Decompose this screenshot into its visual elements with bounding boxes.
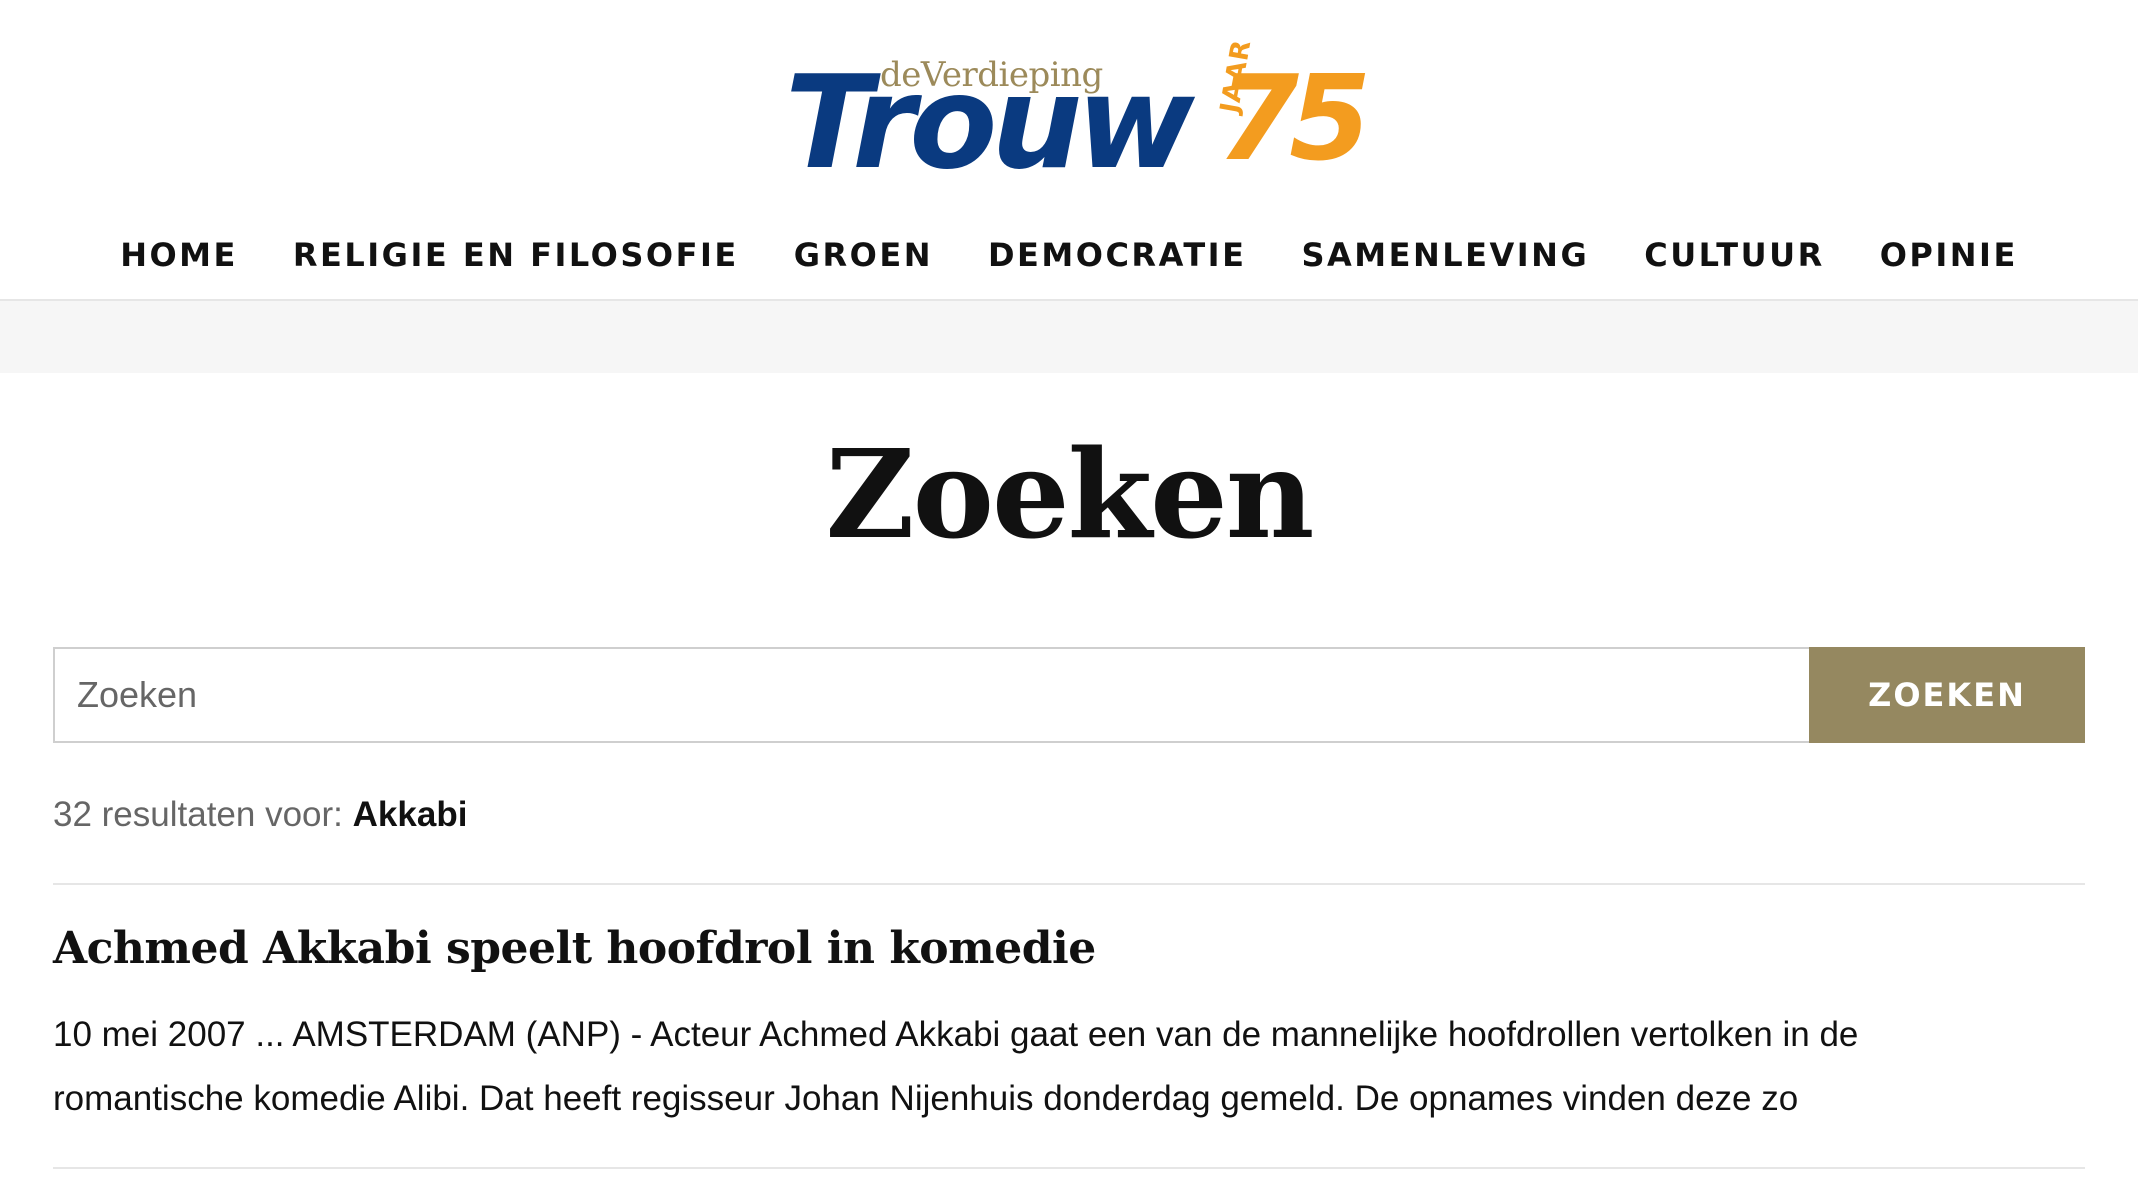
logo-subtitle: deVerdieping bbox=[880, 55, 1103, 95]
results-summary: 32 resultaten voor: Akkabi bbox=[53, 793, 2085, 837]
result-snippet: 10 mei 2007 ... AMSTERDAM (ANP) - Acteur… bbox=[53, 1015, 1859, 1118]
nav-item-samenleving[interactable]: SAMENLEVING bbox=[1301, 232, 1589, 278]
nav-item-democratie[interactable]: DEMOCRATIE bbox=[988, 232, 1246, 278]
search-input[interactable] bbox=[53, 647, 1809, 743]
site-header: Trouw deVerdieping 75 JAAR HOME RELIGIE … bbox=[0, 0, 2138, 301]
search-result: Achmed Akkabi speelt hoofdrol in komedie… bbox=[53, 885, 2085, 1169]
site-logo[interactable]: Trouw deVerdieping 75 JAAR bbox=[785, 37, 1371, 187]
nav-item-home[interactable]: HOME bbox=[120, 232, 238, 278]
main-navigation: HOME RELIGIE EN FILOSOFIE GROEN DEMOCRAT… bbox=[0, 232, 2138, 278]
nav-item-groen[interactable]: GROEN bbox=[794, 232, 933, 278]
search-form: ZOEKEN bbox=[53, 647, 2085, 743]
nav-item-cultuur[interactable]: CULTUUR bbox=[1644, 232, 1825, 278]
results-query: Akkabi bbox=[352, 795, 468, 834]
nav-item-opinie[interactable]: OPINIE bbox=[1880, 232, 2018, 278]
result-divider bbox=[53, 1167, 2085, 1169]
result-title-link[interactable]: Achmed Akkabi speelt hoofdrol in komedie bbox=[53, 921, 1096, 977]
search-page: Zoeken ZOEKEN 32 resultaten voor: Akkabi… bbox=[0, 429, 2138, 1169]
header-band bbox=[0, 301, 2138, 373]
nav-item-religie-en-filosofie[interactable]: RELIGIE EN FILOSOFIE bbox=[293, 232, 739, 278]
results-count-text: 32 resultaten voor: bbox=[53, 795, 343, 834]
page-title: Zoeken bbox=[825, 422, 1315, 566]
search-button[interactable]: ZOEKEN bbox=[1809, 647, 2085, 743]
